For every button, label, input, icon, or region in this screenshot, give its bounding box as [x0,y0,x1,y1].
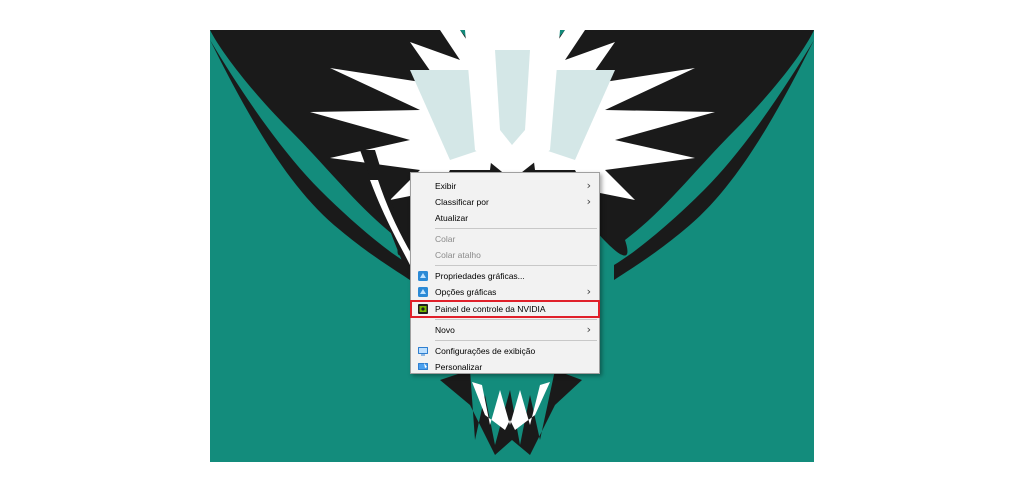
menu-item-label: Personalizar [435,362,483,372]
desktop-context-menu: Exibir › Classificar por › Atualizar Col… [410,172,600,374]
menu-separator [435,265,597,266]
menu-item-label: Propriedades gráficas... [435,271,525,281]
menu-item-novo[interactable]: Novo › [411,322,599,338]
display-settings-icon [418,347,428,356]
menu-item-propriedades-graficas[interactable]: Propriedades gráficas... [411,268,599,284]
menu-item-label: Configurações de exibição [435,346,536,356]
menu-separator [435,228,597,229]
chevron-right-icon: › [586,323,591,336]
menu-separator [435,319,597,320]
menu-item-label: Classificar por [435,197,489,207]
chevron-right-icon: › [586,195,591,208]
menu-separator [435,340,597,341]
menu-item-label: Colar [435,234,456,244]
menu-item-label: Novo [435,325,455,335]
menu-item-atualizar[interactable]: Atualizar [411,210,599,226]
intel-graphics-icon [418,287,428,297]
chevron-right-icon: › [586,179,591,192]
menu-item-opcoes-graficas[interactable]: Opções gráficas › [411,284,599,300]
menu-item-label: Painel de controle da NVIDIA [435,304,546,314]
menu-item-painel-nvidia[interactable]: Painel de controle da NVIDIA [410,300,600,318]
menu-item-exibir[interactable]: Exibir › [411,178,599,194]
nvidia-icon [418,304,428,314]
menu-item-personalizar[interactable]: Personalizar [411,359,599,375]
menu-item-label: Colar atalho [435,250,481,260]
menu-item-label: Atualizar [435,213,469,223]
menu-item-colar-atalho: Colar atalho [411,247,599,263]
menu-item-classificar-por[interactable]: Classificar por › [411,194,599,210]
personalize-icon [418,363,428,370]
menu-item-configuracoes-exibicao[interactable]: Configurações de exibição [411,343,599,359]
chevron-right-icon: › [586,285,591,298]
menu-item-label: Opções gráficas [435,287,497,297]
intel-graphics-icon [418,271,428,281]
menu-item-label: Exibir [435,181,457,191]
menu-item-colar: Colar [411,231,599,247]
